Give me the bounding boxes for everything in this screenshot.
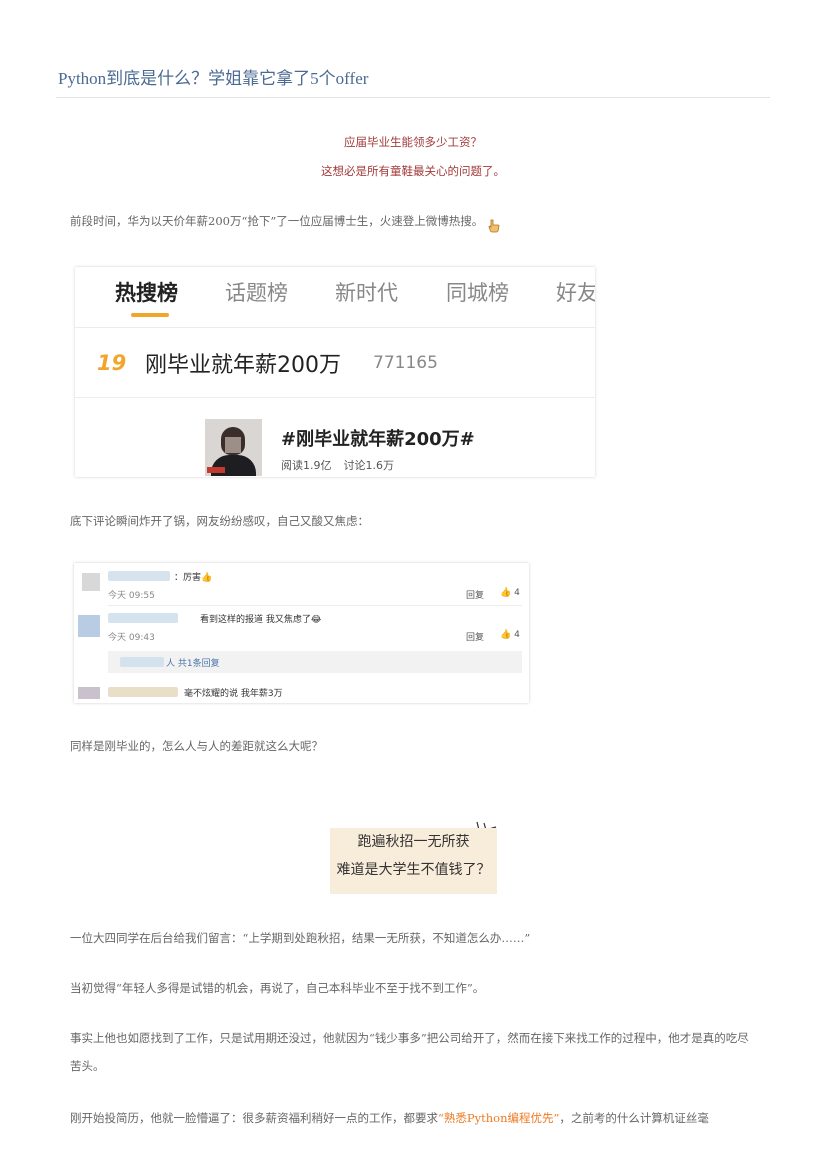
paragraph-6: 事实上他也如愿找到了工作，只是试用期还没过，他就因为“钱少事多”把公司给开了，然… bbox=[70, 1031, 749, 1073]
tab-local[interactable]: 同城榜 bbox=[446, 277, 509, 307]
thumbs-up-icon: 👍 bbox=[500, 630, 512, 640]
intro-line-2: 这想必是所有童鞋最关心的问题了。 bbox=[321, 164, 505, 178]
hot-search-screenshot: 热搜榜 话题榜 新时代 同城榜 好友 19 刚毕业就年薪200万 771165 … bbox=[75, 267, 595, 477]
blurred-username bbox=[120, 657, 164, 667]
like-button[interactable]: 👍 4 bbox=[500, 588, 520, 598]
comments-screenshot: ：厉害👍 今天 09:55 回复 👍 4 看到这样的报道 我又焦虑了😂 今天 0… bbox=[74, 563, 529, 703]
reply-summary-link[interactable]: 人 共1条回复 bbox=[166, 656, 220, 669]
intro-line-1: 应届毕业生能领多少工资？ bbox=[344, 135, 482, 149]
reply-summary-box[interactable]: 人 共1条回复 bbox=[108, 651, 522, 673]
article-title[interactable]: Python到底是什么？学姐靠它拿了5个offer bbox=[58, 64, 368, 89]
hot-search-tabs: 热搜榜 话题榜 新时代 同城榜 好友 bbox=[75, 267, 595, 325]
paragraph-1: 前段时间，华为以天价年薪200万“抢下”了一位应届博士生，火速登上微博热搜。 bbox=[70, 207, 760, 235]
avatar[interactable] bbox=[82, 573, 100, 591]
topic-stats: 阅读1.9亿 讨论1.6万 bbox=[281, 457, 406, 473]
comment-text: ：厉害👍 bbox=[174, 573, 213, 583]
paragraph-5: 当初觉得“年轻人多得是试错的机会，再说了，自己本科毕业不至于找不到工作”。 bbox=[70, 981, 485, 995]
highlight-python: “熟悉Python编程优先” bbox=[438, 1111, 560, 1125]
quote-box: 跑遍秋招一无所获 难道是大学生不值钱了？ bbox=[330, 828, 497, 894]
paragraph-2: 底下评论瞬间炸开了锅，网友纷纷感叹，自己又酸又焦虑： bbox=[70, 514, 369, 528]
rank-number: 19 bbox=[97, 351, 127, 375]
blurred-username bbox=[108, 687, 178, 697]
divider bbox=[75, 397, 595, 398]
quote-line-2: 难道是大学生不值钱了？ bbox=[336, 862, 491, 878]
like-button[interactable]: 👍 4 bbox=[500, 630, 520, 640]
paragraph-7: 刚开始投简历，他就一脸懵逼了：很多薪资福利稍好一点的工作，都要求“熟悉Pytho… bbox=[70, 1104, 760, 1132]
paragraph-7-text: 刚开始投简历，他就一脸懵逼了：很多薪资福利稍好一点的工作，都要求 bbox=[70, 1111, 438, 1125]
paragraph-3: 同样是刚毕业的，怎么人与人的差距就这么大呢？ bbox=[70, 739, 323, 753]
quote-line-1: 跑遍秋招一无所获 bbox=[357, 834, 470, 850]
thumbs-up-icon: 👍 bbox=[500, 588, 512, 598]
comment-text: 看到这样的报道 我又焦虑了😂 bbox=[200, 615, 322, 625]
avatar[interactable] bbox=[78, 687, 100, 699]
tab-friends[interactable]: 好友 bbox=[556, 277, 595, 307]
reply-button[interactable]: 回复 bbox=[466, 630, 484, 643]
comment-time: 今天 09:43 bbox=[108, 633, 155, 643]
title-divider bbox=[56, 97, 770, 98]
pointing-hand-icon bbox=[487, 215, 501, 233]
comment-text: 毫不炫耀的说 我年薪3万 bbox=[184, 689, 283, 699]
like-count: 4 bbox=[514, 588, 520, 598]
tab-new-era[interactable]: 新时代 bbox=[335, 277, 398, 307]
topic-thumbnail[interactable] bbox=[205, 419, 262, 476]
paragraph-7-tail: ，之前考的什么计算机证丝毫 bbox=[559, 1111, 709, 1125]
read-count: 阅读1.9亿 bbox=[281, 459, 332, 472]
divider bbox=[75, 327, 595, 328]
discussion-count: 讨论1.6万 bbox=[343, 459, 395, 472]
hot-search-headline[interactable]: 刚毕业就年薪200万 bbox=[145, 347, 341, 379]
topic-hashtag[interactable]: #刚毕业就年薪200万# bbox=[281, 425, 475, 451]
tab-hot-search[interactable]: 热搜榜 bbox=[115, 277, 178, 307]
blurred-username bbox=[108, 571, 170, 581]
divider bbox=[108, 605, 522, 606]
paragraph-1-text: 前段时间，华为以天价年薪200万“抢下”了一位应届博士生，火速登上微博热搜。 bbox=[70, 214, 484, 228]
tab-topics[interactable]: 话题榜 bbox=[225, 277, 288, 307]
avatar[interactable] bbox=[78, 615, 100, 637]
active-tab-indicator bbox=[131, 313, 169, 317]
article-page: Python到底是什么？学姐靠它拿了5个offer 应届毕业生能领多少工资？ 这… bbox=[0, 0, 826, 1169]
comment-time: 今天 09:55 bbox=[108, 591, 155, 601]
paragraph-4: 一位大四同学在后台给我们留言：“上学期到处跑秋招，结果一无所获，不知道怎么办……… bbox=[70, 931, 531, 945]
heat-count: 771165 bbox=[373, 353, 438, 373]
like-count: 4 bbox=[514, 630, 520, 640]
reply-button[interactable]: 回复 bbox=[466, 588, 484, 601]
blurred-username bbox=[108, 613, 178, 623]
